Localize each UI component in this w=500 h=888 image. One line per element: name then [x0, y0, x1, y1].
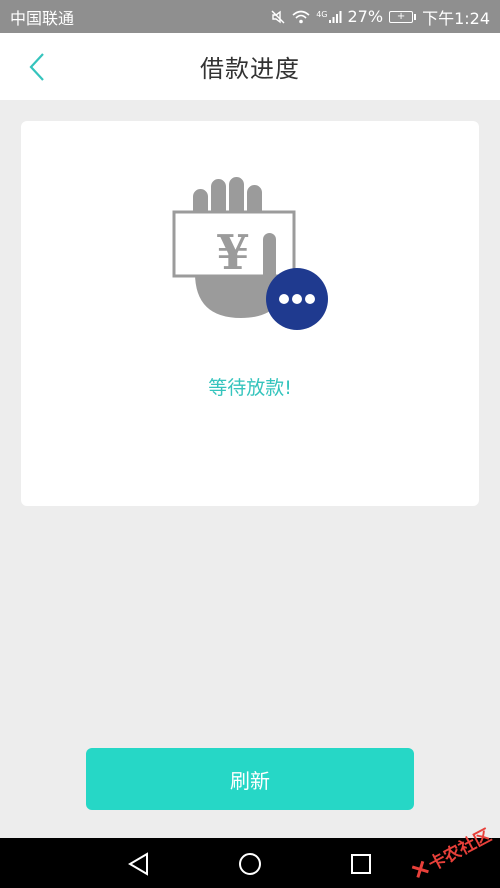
mute-icon	[270, 9, 286, 25]
status-indicators: 4G 27% + 下午1:24	[270, 5, 490, 29]
status-bar: 中国联通 4G 27% + 下午1:24	[0, 0, 500, 33]
loan-status-text: 等待放款!	[208, 377, 292, 399]
system-nav-bar: 卡农社区	[0, 826, 500, 888]
refresh-button[interactable]: 刷新	[86, 748, 414, 810]
yen-symbol: ¥	[216, 225, 249, 281]
carrier-label: 中国联通	[10, 8, 75, 28]
battery-icon: +	[389, 10, 417, 23]
battery-percent: 27%	[347, 7, 384, 26]
back-triangle-icon[interactable]	[126, 851, 152, 877]
clock: 下午1:24	[422, 8, 490, 28]
page-title: 借款进度	[200, 55, 300, 83]
signal-icon: 4G	[316, 10, 341, 24]
wifi-icon	[292, 10, 310, 24]
watermark-text: 卡农社区	[425, 825, 495, 876]
hand-money-waiting-icon: ¥	[172, 177, 328, 330]
home-circle-icon[interactable]	[237, 851, 263, 877]
chevron-left-icon	[29, 53, 44, 81]
loan-status-card: ¥ 等待放款!	[21, 121, 479, 506]
back-button[interactable]	[22, 51, 52, 83]
watermark-logo: 卡农社区	[407, 821, 495, 883]
header-bar: 借款进度	[0, 33, 500, 100]
network-type-label: 4G	[316, 9, 328, 19]
recents-square-icon[interactable]	[348, 851, 374, 877]
